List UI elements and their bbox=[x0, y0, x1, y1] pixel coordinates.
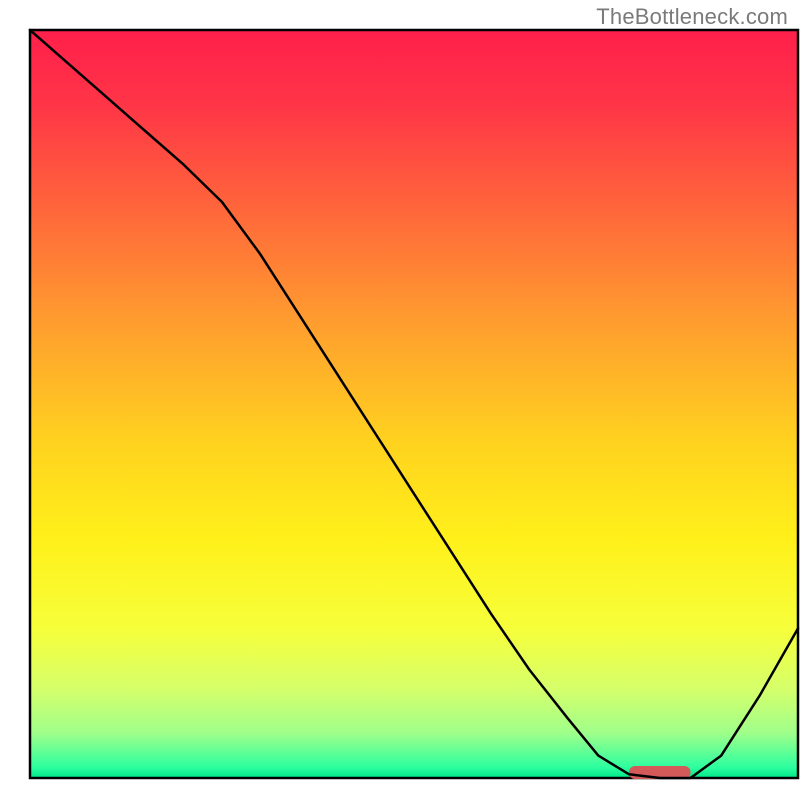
watermark-text: TheBottleneck.com bbox=[596, 4, 788, 30]
bottleneck-chart: TheBottleneck.com bbox=[0, 0, 800, 800]
plot-background bbox=[30, 30, 798, 778]
chart-svg bbox=[0, 0, 800, 800]
